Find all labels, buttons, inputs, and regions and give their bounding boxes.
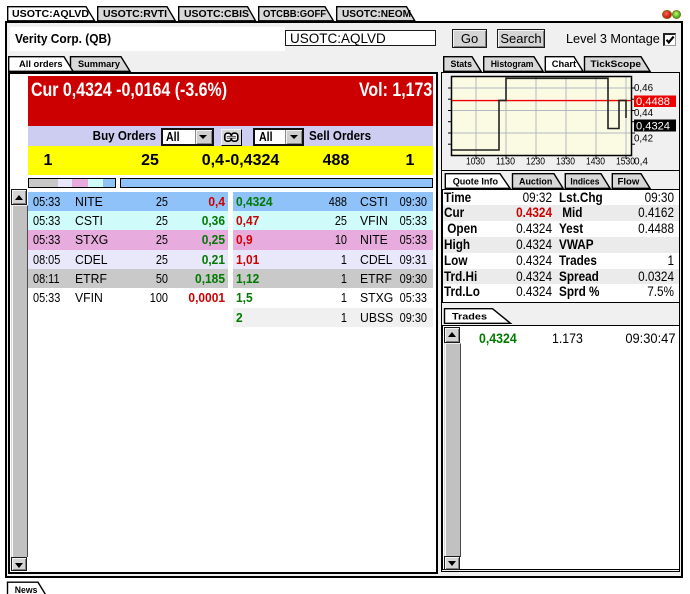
svg-text:1030: 1030 [466, 157, 485, 168]
svg-text:1230: 1230 [526, 157, 545, 168]
svg-text:USOTC:RVTI: USOTC:RVTI [103, 9, 167, 20]
svg-text:USOTC:CBIS: USOTC:CBIS [184, 9, 249, 20]
svg-text:Trades: Trades [452, 311, 487, 321]
svg-text:USOTC:NEOM: USOTC:NEOM [342, 9, 411, 20]
svg-text:Flow: Flow [618, 176, 641, 186]
svg-text:0,4: 0,4 [634, 156, 649, 167]
svg-text:1430: 1430 [586, 157, 605, 168]
svg-text:Histogram: Histogram [491, 59, 534, 69]
svg-text:Summary: Summary [78, 59, 121, 69]
svg-text:0,44: 0,44 [634, 108, 654, 119]
svg-text:Stats: Stats [451, 59, 473, 69]
svg-text:0,4324: 0,4324 [636, 120, 670, 132]
svg-text:OTCBB:GOFF: OTCBB:GOFF [263, 9, 326, 20]
svg-text:1330: 1330 [556, 157, 575, 168]
svg-text:Chart: Chart [552, 59, 576, 69]
svg-text:1530: 1530 [616, 157, 635, 168]
svg-text:TickScope: TickScope [590, 59, 641, 69]
svg-text:Quote Info: Quote Info [453, 176, 499, 186]
svg-text:Indices: Indices [570, 176, 599, 186]
svg-text:0,4488: 0,4488 [636, 96, 670, 108]
svg-text:All orders: All orders [19, 59, 63, 69]
svg-text:0,42: 0,42 [634, 133, 653, 144]
svg-text:USOTC:AQLVD: USOTC:AQLVD [12, 9, 89, 20]
svg-text:0,46: 0,46 [634, 83, 654, 94]
svg-text:Auction: Auction [519, 176, 553, 186]
svg-text:1130: 1130 [496, 157, 515, 168]
svg-text:News: News [15, 585, 38, 594]
